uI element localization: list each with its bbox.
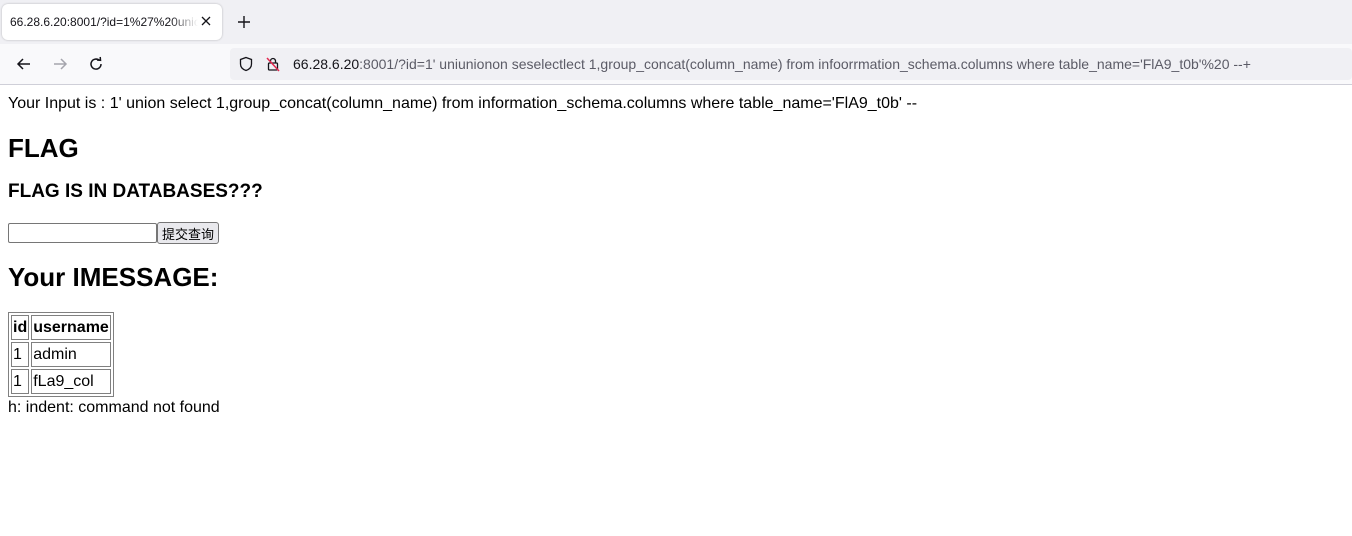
url-text[interactable]: 66.28.6.20:8001/?id=1' uniunionon sesele… (293, 56, 1251, 72)
query-form: 提交查询 (8, 222, 1344, 244)
message-heading: Your IMESSAGE: (8, 262, 219, 292)
table-row: 1 fLa9_col (11, 369, 111, 394)
new-tab-icon[interactable] (232, 10, 256, 34)
input-echo-text: Your Input is : 1' union select 1,group_… (8, 95, 918, 112)
url-bar[interactable]: 66.28.6.20:8001/?id=1' uniunionon sesele… (230, 48, 1352, 80)
table-header-row: id username (11, 315, 111, 340)
url-host: 66.28.6.20 (293, 56, 360, 72)
reload-icon[interactable] (84, 52, 108, 76)
tab-title: 66.28.6.20:8001/?id=1%27%20union (10, 15, 198, 29)
table-cell-id: 1 (11, 342, 30, 367)
flag-heading: FLAG (8, 133, 79, 163)
error-message: h: indent: command not found (8, 399, 220, 416)
page-content: Your Input is : 1' union select 1,group_… (8, 85, 1344, 418)
table-row: 1 admin (11, 342, 111, 367)
flag-subheading: FLAG IS IN DATABASES??? (8, 181, 263, 202)
submit-query-button[interactable]: 提交查询 (157, 222, 220, 244)
insecure-lock-icon[interactable] (265, 56, 281, 72)
id-input[interactable] (8, 223, 157, 243)
url-path: :8001/?id=1' uniunionon seselectlect 1,g… (359, 56, 1251, 72)
close-tab-icon[interactable] (198, 13, 214, 29)
table-cell-id: 1 (11, 369, 30, 394)
nav-bar: 66.28.6.20:8001/?id=1' uniunionon sesele… (0, 44, 1352, 85)
tab-bar: 66.28.6.20:8001/?id=1%27%20union (0, 0, 1352, 44)
shield-icon[interactable] (238, 56, 254, 72)
table-cell-username: admin (31, 342, 111, 367)
result-table: id username 1 admin 1 fLa9_col (8, 312, 114, 397)
forward-arrow-icon[interactable] (48, 52, 72, 76)
table-header-id: id (11, 315, 30, 340)
table-header-username: username (31, 315, 111, 340)
browser-tab[interactable]: 66.28.6.20:8001/?id=1%27%20union (2, 4, 222, 40)
table-cell-username: fLa9_col (31, 369, 111, 394)
back-arrow-icon[interactable] (12, 52, 36, 76)
